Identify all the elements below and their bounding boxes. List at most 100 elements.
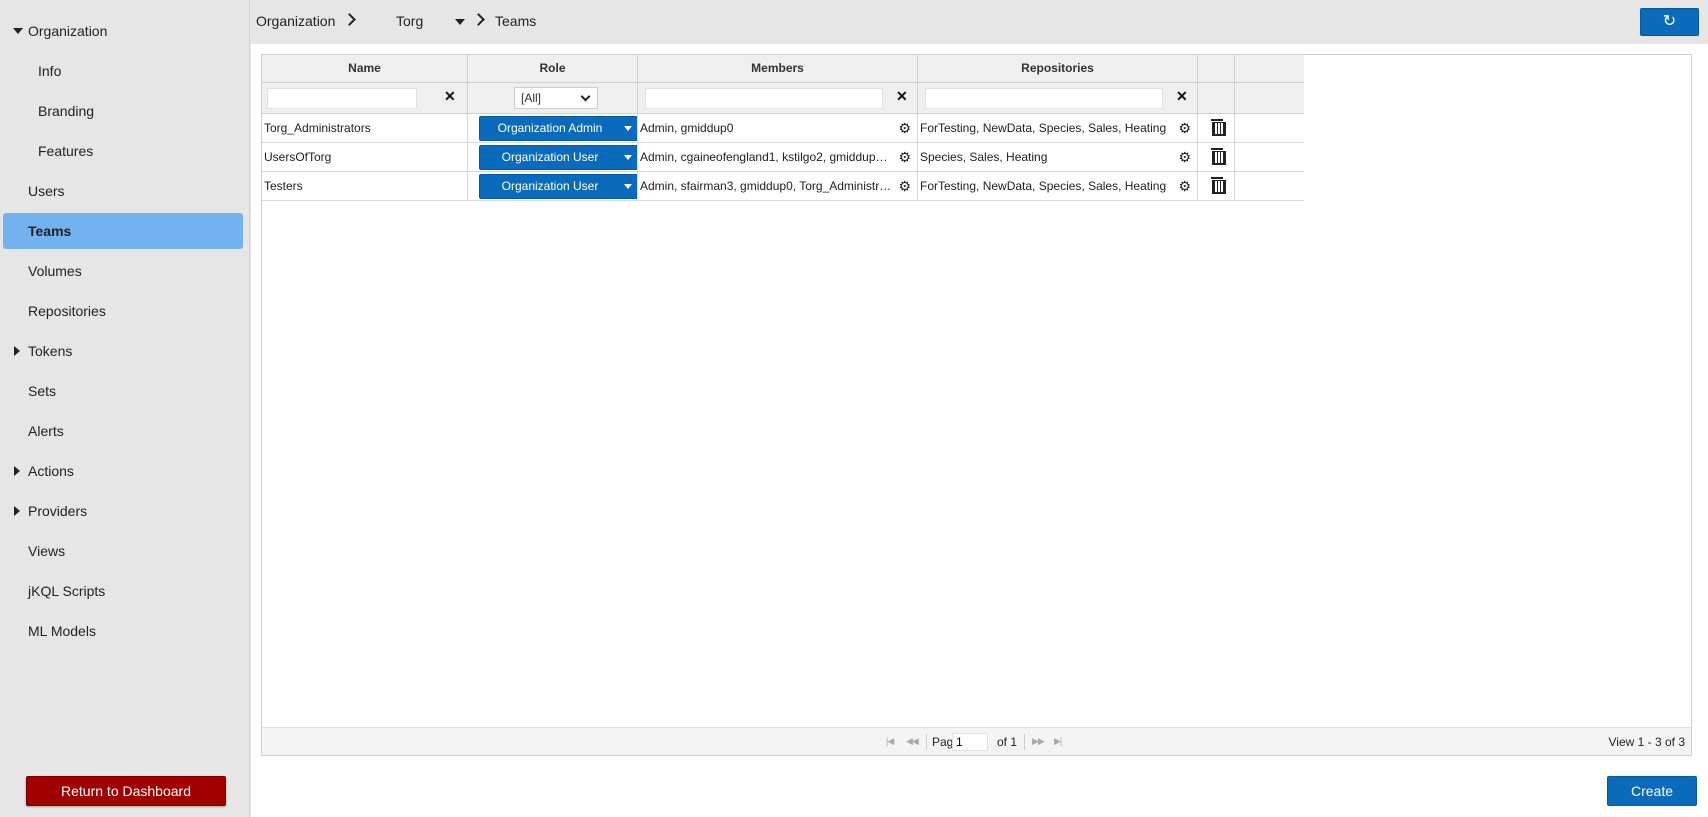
team-name-cell: UsersOfTorg: [262, 143, 468, 171]
gear-icon[interactable]: ⚙: [1178, 172, 1191, 200]
gear-icon[interactable]: ⚙: [1178, 143, 1191, 171]
sidebar-item-jkql-scripts[interactable]: jKQL Scripts: [3, 573, 243, 609]
caret-down-icon: [624, 155, 632, 160]
name-filter-input[interactable]: [267, 88, 417, 109]
role-filter-select[interactable]: [All]: [514, 87, 598, 109]
breadcrumb-org-select[interactable]: Torg: [396, 13, 423, 29]
team-name-cell: Testers: [262, 172, 468, 200]
view-range-text: View 1 - 3 of 3: [1608, 735, 1686, 749]
column-header-repositories[interactable]: Repositories: [918, 55, 1198, 83]
sidebar-item-organization[interactable]: Organization: [3, 13, 243, 49]
caret-down-icon: [624, 184, 632, 189]
repositories-filter-input[interactable]: [925, 88, 1163, 109]
sidebar-item-label: Tokens: [28, 343, 73, 359]
table-row[interactable]: UsersOfTorg Organization User Admin, cga…: [262, 143, 1304, 172]
page-number-input[interactable]: [952, 733, 988, 751]
members-filter-input[interactable]: [645, 88, 883, 109]
sidebar-item-info[interactable]: Info: [3, 53, 243, 89]
sidebar-item-providers[interactable]: Providers: [3, 493, 243, 529]
caret-right-icon: [14, 506, 20, 516]
filter-cell-name: ✕: [262, 83, 468, 113]
chevron-right-icon: [472, 13, 485, 26]
sidebar-item-repositories[interactable]: Repositories: [3, 293, 243, 329]
pager-separator: [926, 734, 927, 750]
prev-page-icon[interactable]: ◀◀: [906, 736, 919, 747]
members-cell: Admin, cgaineofengland1, kstilgo2, gmidd…: [638, 143, 918, 171]
caret-right-icon: [14, 346, 20, 356]
sidebar-item-label: ML Models: [28, 623, 96, 639]
gear-icon[interactable]: ⚙: [1178, 114, 1191, 142]
gear-icon[interactable]: ⚙: [898, 114, 911, 142]
close-icon[interactable]: ✕: [444, 88, 456, 105]
gear-icon[interactable]: ⚙: [898, 172, 911, 200]
repositories-cell: ForTesting, NewData, Species, Sales, Hea…: [918, 172, 1198, 200]
column-header-role[interactable]: Role: [468, 55, 638, 83]
repositories-cell: ForTesting, NewData, Species, Sales, Hea…: [918, 114, 1198, 142]
sidebar-item-ml-models[interactable]: ML Models: [3, 613, 243, 649]
sidebar-item-label: Teams: [28, 223, 72, 239]
table-row[interactable]: Testers Organization User Admin, sfairma…: [262, 172, 1304, 201]
next-page-icon[interactable]: ▶▶: [1032, 736, 1045, 747]
breadcrumb-current: Teams: [495, 13, 537, 29]
trash-icon[interactable]: [1211, 177, 1226, 194]
return-to-dashboard-button[interactable]: Return to Dashboard: [26, 776, 226, 806]
column-header-actions: [1198, 55, 1235, 83]
sidebar-item-features[interactable]: Features: [3, 133, 243, 169]
sidebar-item-teams[interactable]: Teams: [3, 213, 243, 249]
role-dropdown-button[interactable]: Organization Admin: [479, 116, 637, 141]
sidebar-item-label: Views: [28, 543, 66, 559]
delete-cell: [1198, 172, 1235, 200]
trash-icon[interactable]: [1211, 148, 1226, 165]
sidebar-item-label: Repositories: [28, 303, 106, 319]
sidebar-item-label: Organization: [28, 23, 108, 39]
filter-cell-actions: [1198, 83, 1235, 113]
role-dropdown-button[interactable]: Organization User: [479, 145, 637, 170]
members-cell: Admin, gmiddup0 ⚙: [638, 114, 918, 142]
sidebar-item-tokens[interactable]: Tokens: [3, 333, 243, 369]
role-cell: Organization Admin: [468, 114, 638, 142]
repositories-cell: Species, Sales, Heating ⚙: [918, 143, 1198, 171]
sidebar-item-sets[interactable]: Sets: [3, 373, 243, 409]
close-icon[interactable]: ✕: [896, 88, 908, 105]
grid-header-row: Name Role Members Repositories: [262, 55, 1304, 83]
members-cell: Admin, sfairman3, gmiddup0, Torg_Adminis…: [638, 172, 918, 200]
table-row[interactable]: Torg_Administrators Organization Admin A…: [262, 114, 1304, 143]
last-page-icon[interactable]: ▶|: [1054, 736, 1062, 747]
sidebar-item-actions[interactable]: Actions: [3, 453, 243, 489]
page-total: of 1: [997, 735, 1018, 749]
pager-separator: [1024, 734, 1025, 750]
grid-filter-row: ✕ [All] ✕ ✕: [262, 83, 1304, 114]
chevron-down-icon[interactable]: [455, 19, 465, 25]
sidebar-item-label: Volumes: [28, 263, 82, 279]
chevron-down-icon: [580, 91, 591, 102]
gear-icon[interactable]: ⚙: [898, 143, 911, 171]
sidebar-item-label: Info: [38, 63, 62, 79]
filter-cell-repositories: ✕: [918, 83, 1198, 113]
sidebar-item-volumes[interactable]: Volumes: [3, 253, 243, 289]
sidebar: Organization Info Branding Features User…: [0, 0, 250, 817]
trash-icon[interactable]: [1211, 119, 1226, 136]
sidebar-item-label: jKQL Scripts: [28, 583, 106, 599]
sidebar-item-branding[interactable]: Branding: [3, 93, 243, 129]
column-header-name[interactable]: Name: [262, 55, 468, 83]
refresh-button[interactable]: ↻: [1640, 8, 1699, 36]
role-filter-value: [All]: [521, 91, 542, 105]
sidebar-item-views[interactable]: Views: [3, 533, 243, 569]
sidebar-item-alerts[interactable]: Alerts: [3, 413, 243, 449]
role-dropdown-button[interactable]: Organization User: [479, 174, 637, 199]
chevron-right-icon: [343, 13, 356, 26]
sidebar-item-label: Branding: [38, 103, 95, 119]
pager: |◀ ◀◀ Page of 1 ▶▶ ▶| View 1 - 3 of 3: [262, 727, 1691, 755]
breadcrumb-organization[interactable]: Organization: [256, 13, 335, 29]
refresh-icon: ↻: [1662, 13, 1677, 30]
close-icon[interactable]: ✕: [1176, 88, 1188, 105]
role-cell: Organization User: [468, 143, 638, 171]
sidebar-item-label: Actions: [28, 463, 74, 479]
filter-cell-role: [All]: [468, 83, 638, 113]
delete-cell: [1198, 143, 1235, 171]
role-cell: Organization User: [468, 172, 638, 200]
first-page-icon[interactable]: |◀: [886, 736, 894, 747]
create-button[interactable]: Create: [1607, 776, 1697, 806]
column-header-members[interactable]: Members: [638, 55, 918, 83]
sidebar-item-users[interactable]: Users: [3, 173, 243, 209]
